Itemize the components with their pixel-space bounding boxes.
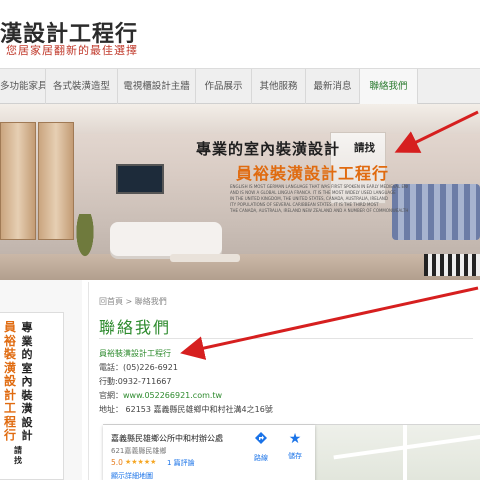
nav-item-latest-news[interactable]: 最新消息 bbox=[306, 69, 360, 104]
banner-small-text-line: THE CANADA, AUSTRALIA, IRELAND NEW ZEALA… bbox=[230, 208, 408, 213]
nav-item-other-services[interactable]: 其他服務 bbox=[252, 69, 306, 104]
mobile-text: 行動:0932-711667 bbox=[99, 377, 172, 386]
map-road bbox=[403, 425, 407, 480]
banner-tv bbox=[116, 164, 164, 194]
banner-wood-panel bbox=[0, 122, 36, 240]
map-place-name: 嘉義縣民雄鄉公所中和村辦公處 bbox=[111, 434, 223, 443]
sidebar-ad-headline: 專業的室內裝潢設計 bbox=[21, 321, 33, 442]
banner-coffee-table bbox=[170, 254, 240, 262]
map-save-label: 儲存 bbox=[288, 452, 302, 460]
main-content: 回首頁 > 聯絡我們 聯絡我們 員裕裝潢設計工程行 電話：(05)226-692… bbox=[88, 282, 480, 480]
map-info-card: 嘉義縣民雄鄉公所中和村辦公處 621嘉義縣民雄鄉 5.0 ★★★★★ 1 篇評論… bbox=[103, 425, 315, 480]
nav-item-decoration-styles[interactable]: 各式裝潢造型 bbox=[46, 69, 118, 104]
banner-plant bbox=[70, 214, 100, 274]
website-link[interactable]: www.052266921.com.tw bbox=[123, 391, 222, 400]
company-name-link[interactable]: 員裕裝潢設計工程行 bbox=[99, 348, 171, 359]
map-place-address: 621嘉義縣民雄鄉 bbox=[111, 447, 167, 455]
heading-divider bbox=[99, 338, 473, 339]
sidebar-ad-card[interactable]: 專業的室內裝潢設計 員裕裝潢設計工程行 bbox=[0, 312, 64, 480]
nav-item-multifunction-furniture[interactable]: 多功能家具 bbox=[0, 69, 46, 104]
map-directions-button[interactable]: 路線 bbox=[247, 431, 275, 471]
map-rating-value: 5.0 bbox=[111, 458, 123, 467]
map-rating-stars: ★★★★★ bbox=[125, 458, 157, 466]
banner-headline: 專業的室內裝潢設計 bbox=[196, 140, 341, 158]
banner-sofa bbox=[110, 222, 222, 256]
nav-item-portfolio[interactable]: 作品展示 bbox=[196, 69, 252, 104]
star-icon: ★ bbox=[288, 431, 302, 447]
sidebar-ad-request: 請找 bbox=[14, 446, 22, 465]
map-directions-label: 路線 bbox=[254, 454, 268, 462]
main-nav: 多功能家具 各式裝潢造型 電視櫃設計主牆 作品展示 其他服務 最新消息 聯絡我們 bbox=[0, 68, 480, 104]
map-larger-link[interactable]: 顯示詳細地圖 bbox=[111, 471, 153, 480]
breadcrumb[interactable]: 回首頁 > 聯絡我們 bbox=[99, 296, 167, 307]
banner-small-text: ENGLISH IS MOST GERMAN LANGUAGE THAT WAS… bbox=[230, 184, 408, 224]
phone-text: 電話：(05)226-6921 bbox=[99, 363, 178, 372]
map-reviews-link[interactable]: 1 篇評論 bbox=[167, 458, 195, 468]
nav-item-contact-us[interactable]: 聯絡我們 bbox=[360, 69, 418, 104]
page-title: 聯絡我們 bbox=[99, 318, 172, 337]
banner-chairs bbox=[424, 254, 480, 276]
banner-company-name: 員裕裝潢設計工程行 bbox=[236, 164, 390, 183]
site-header: 漢設計工程行 您居家居翻新的最佳選擇 bbox=[0, 0, 480, 68]
website-label: 官網： bbox=[99, 391, 123, 400]
nav-item-tv-wall-design[interactable]: 電視櫃設計主牆 bbox=[118, 69, 196, 104]
banner-wood-panel bbox=[38, 122, 74, 240]
site-tagline: 您居家居翻新的最佳選擇 bbox=[6, 44, 138, 57]
sidebar-ad-company: 員裕裝潢設計工程行 bbox=[3, 320, 16, 442]
address-text: 地址： 62153 嘉義縣民雄鄉中和村社溝4之16號 bbox=[99, 405, 273, 414]
embedded-map[interactable]: 嘉義縣民雄鄉公所中和村辦公處 621嘉義縣民雄鄉 5.0 ★★★★★ 1 篇評論… bbox=[103, 424, 480, 480]
website-line: 官網：www.052266921.com.tw bbox=[99, 390, 222, 401]
directions-icon bbox=[247, 431, 275, 449]
banner-request: 請找 bbox=[354, 142, 375, 154]
map-save-button[interactable]: ★ 儲存 bbox=[281, 431, 309, 471]
hero-banner: 專業的室內裝潢設計 請找 員裕裝潢設計工程行 ENGLISH IS MOST G… bbox=[0, 104, 480, 280]
